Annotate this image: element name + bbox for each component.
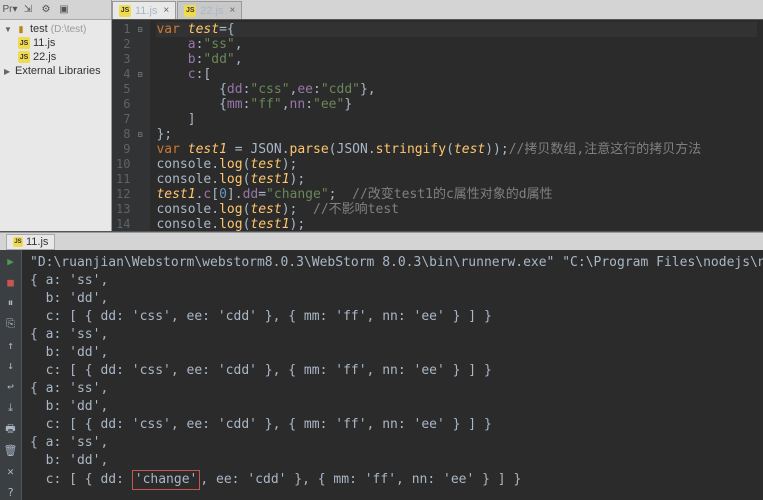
print-icon[interactable]: 🖶 [3, 421, 19, 437]
dump-icon[interactable]: ⎘ [3, 317, 19, 332]
code-line[interactable]: b:"dd", [156, 52, 757, 67]
stop-icon[interactable]: ■ [3, 275, 19, 290]
pause-icon[interactable]: ⏸ [3, 296, 19, 311]
code-line[interactable]: var test={ [156, 22, 757, 37]
line-number[interactable]: 6 [116, 97, 142, 112]
console-line: c: [ { dd: 'css', ee: 'cdd' }, { mm: 'ff… [30, 416, 755, 434]
file-name: 11.js [33, 37, 55, 49]
console-line: { a: 'ss', [30, 380, 755, 398]
settings-icon[interactable]: ⚙ [38, 2, 54, 18]
line-number[interactable]: 10 [116, 157, 142, 172]
help-icon[interactable]: ? [3, 485, 19, 500]
close-tab-icon[interactable]: × [163, 5, 169, 16]
code-content[interactable]: var test={ a:"ss", b:"dd", c:[ {dd:"css"… [150, 20, 763, 231]
project-name: test [30, 23, 48, 35]
code-line[interactable]: test1.c[0].dd="change"; //改变test1的c属性对象的… [156, 187, 757, 202]
console-toolbar: ▶ ■ ⏸ ⎘ ↑ ↓ ↩ ⤓ 🖶 🗑 ✕ ? [0, 250, 22, 500]
line-number[interactable]: 12 [116, 187, 142, 202]
line-number[interactable]: 13 [116, 202, 142, 217]
run-tab-label: 11.js [26, 236, 48, 248]
console-output[interactable]: "D:\ruanjian\Webstorm\webstorm8.0.3\WebS… [22, 250, 763, 500]
console-line: "D:\ruanjian\Webstorm\webstorm8.0.3\WebS… [30, 254, 755, 272]
down-icon[interactable]: ↓ [3, 359, 19, 374]
project-tree: ▼ ▮ test (D:\test) JS11.jsJS22.js ▶ Exte… [0, 20, 111, 80]
folder-icon: ▮ [15, 23, 27, 35]
code-line[interactable]: {dd:"css",ee:"cdd"}, [156, 82, 757, 97]
console-line: c: [ { dd: 'css', ee: 'cdd' }, { mm: 'ff… [30, 362, 755, 380]
tree-file[interactable]: JS11.js [0, 36, 111, 50]
code-line[interactable]: console.log(test); //不影响test [156, 202, 757, 217]
softwrap-icon[interactable]: ↩ [3, 379, 19, 394]
close-icon[interactable]: ✕ [3, 464, 19, 479]
code-line[interactable]: console.log(test); [156, 157, 757, 172]
code-line[interactable]: var test1 = JSON.parse(JSON.stringify(te… [156, 142, 757, 157]
code-line[interactable]: c:[ [156, 67, 757, 82]
line-number[interactable]: 8⊟ [116, 127, 142, 142]
project-dropdown-icon[interactable]: Pr▾ [2, 2, 18, 18]
console-line: c: [ { dd: 'css', ee: 'cdd' }, { mm: 'ff… [30, 308, 755, 326]
code-line[interactable]: a:"ss", [156, 37, 757, 52]
line-number[interactable]: 14 [116, 217, 142, 231]
editor-tab[interactable]: JS 11.js × [112, 1, 176, 19]
run-tabs: JS 11.js [0, 232, 763, 250]
line-number[interactable]: 5 [116, 82, 142, 97]
code-editor[interactable]: 1⊟234⊟5678⊟91011121314 var test={ a:"ss"… [112, 20, 763, 231]
editor-tab[interactable]: JS 22.js × [177, 1, 242, 19]
console-line: b: 'dd', [30, 344, 755, 362]
clear-icon[interactable]: 🗑 [3, 443, 19, 458]
close-tab-icon[interactable]: × [230, 5, 236, 16]
external-libraries[interactable]: ▶ External Libraries [0, 64, 111, 78]
console-line: c: [ { dd: 'change', ee: 'cdd' }, { mm: … [30, 470, 755, 490]
line-number[interactable]: 1⊟ [116, 22, 142, 37]
js-file-icon: JS [18, 51, 30, 63]
sidebar-toolbar: Pr▾ ⇲ ⚙ ▣ [0, 0, 111, 20]
line-number[interactable]: 2 [116, 37, 142, 52]
fold-icon[interactable]: ⊟ [134, 22, 142, 37]
line-number[interactable]: 4⊟ [116, 67, 142, 82]
run-tab[interactable]: JS 11.js [6, 234, 55, 250]
js-file-icon: JS [119, 5, 131, 17]
console-line: { a: 'ss', [30, 434, 755, 452]
code-line[interactable]: ] [156, 112, 757, 127]
project-sidebar: Pr▾ ⇲ ⚙ ▣ ▼ ▮ test (D:\test) JS11.jsJS22… [0, 0, 112, 231]
up-icon[interactable]: ↑ [3, 338, 19, 353]
js-file-icon: JS [13, 237, 23, 247]
project-path: (D:\test) [51, 24, 87, 35]
line-number[interactable]: 11 [116, 172, 142, 187]
code-line[interactable]: console.log(test1); [156, 217, 757, 231]
console-line: { a: 'ss', [30, 272, 755, 290]
line-number[interactable]: 9 [116, 142, 142, 157]
tree-file[interactable]: JS22.js [0, 50, 111, 64]
fold-icon[interactable]: ⊟ [134, 67, 142, 82]
code-line[interactable]: {mm:"ff",nn:"ee"} [156, 97, 757, 112]
external-label: External Libraries [15, 65, 101, 77]
js-file-icon: JS [184, 5, 196, 17]
tab-label: 11.js [135, 5, 157, 17]
fold-icon[interactable]: ⊟ [134, 127, 142, 142]
scroll-icon[interactable]: ⤓ [3, 400, 19, 415]
code-line[interactable]: console.log(test1); [156, 172, 757, 187]
code-line[interactable]: }; [156, 127, 757, 142]
highlighted-value: 'change' [132, 470, 201, 490]
expand-icon[interactable]: ▼ [4, 25, 12, 34]
console-line: b: 'dd', [30, 398, 755, 416]
file-name: 22.js [33, 51, 56, 63]
line-gutter: 1⊟234⊟5678⊟91011121314 [112, 20, 150, 231]
js-file-icon: JS [18, 37, 30, 49]
editor-area: JS 11.js × JS 22.js × 1⊟234⊟5678⊟91011121314 … [112, 0, 763, 231]
console-line: { a: 'ss', [30, 326, 755, 344]
collapse-icon[interactable]: ⇲ [20, 2, 36, 18]
top-pane: Pr▾ ⇲ ⚙ ▣ ▼ ▮ test (D:\test) JS11.jsJS22… [0, 0, 763, 232]
line-number[interactable]: 3 [116, 52, 142, 67]
console-line: b: 'dd', [30, 290, 755, 308]
console-pane: ▶ ■ ⏸ ⎘ ↑ ↓ ↩ ⤓ 🖶 🗑 ✕ ? "D:\ruanjian\Web… [0, 250, 763, 500]
hide-icon[interactable]: ▣ [56, 2, 72, 18]
tab-label: 22.js [200, 5, 223, 17]
console-line: b: 'dd', [30, 452, 755, 470]
project-root[interactable]: ▼ ▮ test (D:\test) [0, 22, 111, 36]
editor-tabs: JS 11.js × JS 22.js × [112, 0, 763, 20]
rerun-icon[interactable]: ▶ [3, 254, 19, 269]
expand-icon[interactable]: ▶ [4, 67, 12, 76]
line-number[interactable]: 7 [116, 112, 142, 127]
